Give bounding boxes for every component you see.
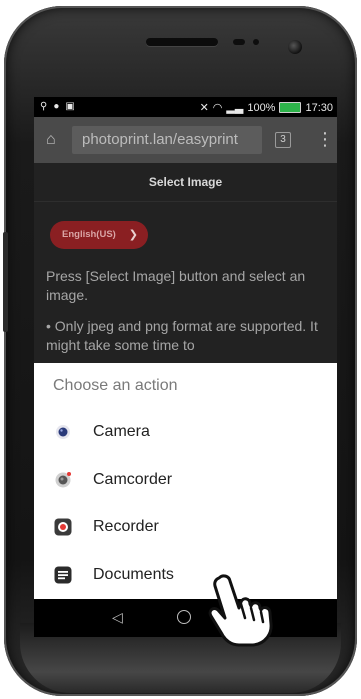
clock: 17:30 [305, 101, 333, 114]
pointing-hand-icon [208, 574, 273, 647]
navigation-bar: ◁ [34, 599, 337, 637]
mute-icon: ✕ [199, 102, 209, 114]
front-camera [288, 40, 302, 54]
instruction-text: Press [Select Image] button and select a… [46, 268, 306, 303]
browser-toolbar: ⌂ photoprint.lan/easyprint 3 ⋮ [34, 117, 337, 163]
sensor-dot [253, 39, 259, 45]
wifi-icon: ◠ [212, 102, 223, 114]
status-bar: ⚲ ● ▣ ✕ ◠ ▂▃ 100% 17:30 [34, 97, 337, 117]
location-icon: ● [53, 101, 60, 112]
system-icons: ✕ ◠ ▂▃ 100% 17:30 [199, 101, 333, 115]
language-selector[interactable]: English(US) ❯ [50, 221, 148, 249]
image-icon: ▣ [65, 101, 75, 112]
volume-key [3, 232, 8, 332]
address-bar[interactable]: photoprint.lan/easyprint [72, 126, 262, 154]
home-button-icon[interactable] [177, 610, 191, 624]
action-label: Camera [93, 423, 150, 440]
back-icon[interactable]: ◁ [112, 609, 123, 626]
dialog-title: Choose an action [53, 377, 178, 394]
action-label: Recorder [93, 518, 159, 535]
language-label: English(US) [62, 229, 116, 240]
phone-screen: ⚲ ● ▣ ✕ ◠ ▂▃ 100% 17:30 ⌂ photoprint.lan… [34, 97, 337, 637]
format-note: • Only jpeg and png format are supported… [46, 318, 318, 353]
choose-action-dialog: Choose an action Camera Camcorder Record… [34, 363, 337, 599]
action-label: Camcorder [93, 471, 173, 488]
chevron-down-icon: ❯ [128, 229, 138, 241]
action-label: Documents [93, 566, 174, 583]
overflow-menu-icon[interactable]: ⋮ [316, 130, 334, 148]
earpiece-speaker [146, 38, 218, 46]
camera-icon [56, 425, 70, 439]
action-documents[interactable]: Documents [34, 553, 337, 599]
notification-icons: ⚲ ● ▣ [40, 101, 75, 112]
battery-percent: 100% [247, 101, 276, 114]
camcorder-icon [55, 472, 71, 488]
action-camcorder[interactable]: Camcorder [34, 458, 337, 504]
documents-icon [54, 566, 72, 584]
recorder-icon [54, 518, 72, 536]
tab-switcher-button[interactable]: 3 [275, 132, 291, 148]
usb-icon: ⚲ [40, 101, 48, 112]
action-recorder[interactable]: Recorder [34, 505, 337, 551]
home-icon[interactable]: ⌂ [46, 132, 62, 148]
page-title: Select Image [34, 163, 337, 202]
action-camera[interactable]: Camera [34, 410, 337, 456]
sensor [233, 39, 245, 45]
battery-icon [279, 102, 302, 113]
signal-icon: ▂▃ [226, 102, 244, 114]
